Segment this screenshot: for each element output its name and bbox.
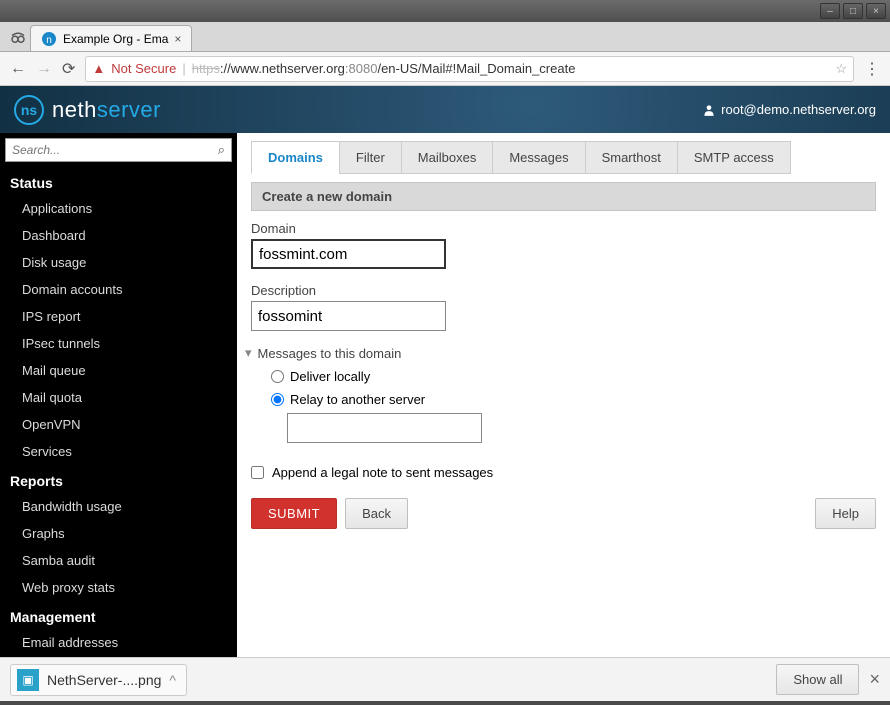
submit-button[interactable]: SUBMIT — [251, 498, 337, 529]
append-note-row[interactable]: Append a legal note to sent messages — [251, 465, 876, 480]
sidebar-heading-management: Management — [0, 601, 237, 629]
app-body: ⌕ Status Applications Dashboard Disk usa… — [0, 133, 890, 657]
sidebar-item-applications[interactable]: Applications — [0, 195, 237, 222]
sidebar-item-services[interactable]: Services — [0, 438, 237, 465]
tab-messages[interactable]: Messages — [492, 141, 585, 174]
logo-badge-icon: ns — [14, 95, 44, 125]
window-maximize-button[interactable]: □ — [843, 3, 863, 19]
tab-mailboxes[interactable]: Mailboxes — [401, 141, 494, 174]
browser-tab[interactable]: n Example Org - Ema × — [30, 25, 192, 51]
chevron-up-icon[interactable]: ^ — [169, 672, 176, 688]
help-button[interactable]: Help — [815, 498, 876, 529]
sidebar-item-web-proxy-stats[interactable]: Web proxy stats — [0, 574, 237, 601]
radio-deliver-locally[interactable]: Deliver locally — [251, 367, 876, 390]
svg-text:n: n — [46, 35, 52, 46]
sidebar-item-dashboard[interactable]: Dashboard — [0, 222, 237, 249]
close-downloads-icon[interactable]: × — [869, 669, 880, 690]
search-input[interactable] — [12, 143, 218, 157]
app-header: ns nethserver root@demo.nethserver.org — [0, 86, 890, 133]
sidebar-item-openvpn[interactable]: OpenVPN — [0, 411, 237, 438]
sidebar-item-email-addresses[interactable]: Email addresses — [0, 629, 237, 656]
sidebar-item-ips-report[interactable]: IPS report — [0, 303, 237, 330]
main-content: Domains Filter Mailboxes Messages Smarth… — [237, 133, 890, 657]
sidebar: ⌕ Status Applications Dashboard Disk usa… — [0, 133, 237, 657]
url-path: /en-US/Mail#!Mail_Domain_create — [377, 61, 575, 76]
domain-form: Domain Description ▾ Messages to this do… — [251, 211, 876, 529]
tab-filter[interactable]: Filter — [339, 141, 402, 174]
menu-icon[interactable]: ⋮ — [864, 59, 880, 79]
not-secure-label: Not Secure — [111, 61, 176, 76]
show-all-downloads-button[interactable]: Show all — [776, 664, 859, 695]
description-input[interactable] — [251, 301, 446, 331]
download-filename: NethServer-....png — [47, 672, 161, 688]
user-icon — [702, 103, 716, 117]
sidebar-item-bandwidth[interactable]: Bandwidth usage — [0, 493, 237, 520]
radio-deliver-locally-label: Deliver locally — [290, 369, 370, 384]
bookmark-icon[interactable]: ☆ — [835, 61, 847, 77]
user-menu[interactable]: root@demo.nethserver.org — [702, 102, 876, 117]
separator: | — [182, 61, 185, 76]
search-icon[interactable]: ⌕ — [218, 142, 225, 158]
warning-icon: ▲ — [92, 61, 105, 76]
domain-input[interactable] — [251, 239, 446, 269]
browser-tab-strip: n Example Org - Ema × — [0, 22, 890, 52]
relay-server-input[interactable] — [287, 413, 482, 443]
sidebar-item-graphs[interactable]: Graphs — [0, 520, 237, 547]
description-label: Description — [251, 283, 876, 298]
sidebar-item-samba-audit[interactable]: Samba audit — [0, 547, 237, 574]
download-chip[interactable]: ▣ NethServer-....png ^ — [10, 664, 187, 696]
form-actions: SUBMIT Back Help — [251, 498, 876, 529]
browser-toolbar: ← → ⟳ ▲ Not Secure | https://www.nethser… — [0, 52, 890, 86]
chevron-down-icon: ▾ — [245, 345, 252, 361]
brand-logo[interactable]: ns nethserver — [14, 95, 161, 125]
window-close-button[interactable]: × — [866, 3, 886, 19]
tab-close-icon[interactable]: × — [174, 32, 181, 46]
radio-relay[interactable]: Relay to another server — [251, 390, 876, 413]
forward-icon[interactable]: → — [36, 60, 52, 78]
domain-label: Domain — [251, 221, 876, 236]
download-thumb-icon: ▣ — [17, 669, 39, 691]
url-host: www.nethserver.org — [231, 61, 345, 76]
window-minimize-button[interactable]: – — [820, 3, 840, 19]
radio-relay-input[interactable] — [271, 393, 284, 406]
group-label: Messages to this domain — [258, 346, 402, 361]
append-note-checkbox[interactable] — [251, 466, 264, 479]
tab-smarthost[interactable]: Smarthost — [585, 141, 678, 174]
url-scheme: https — [192, 61, 220, 76]
sidebar-heading-reports: Reports — [0, 465, 237, 493]
favicon-icon: n — [41, 31, 57, 47]
incognito-icon — [6, 28, 30, 46]
sidebar-item-ipsec-tunnels[interactable]: IPsec tunnels — [0, 330, 237, 357]
window-titlebar: – □ × — [0, 0, 890, 22]
user-label: root@demo.nethserver.org — [721, 102, 876, 117]
back-button[interactable]: Back — [345, 498, 408, 529]
append-note-label: Append a legal note to sent messages — [272, 465, 493, 480]
panel-title: Create a new domain — [251, 182, 876, 211]
sidebar-search[interactable]: ⌕ — [5, 138, 232, 162]
address-bar[interactable]: ▲ Not Secure | https://www.nethserver.or… — [85, 56, 854, 82]
radio-deliver-locally-input[interactable] — [271, 370, 284, 383]
tab-smtp-access[interactable]: SMTP access — [677, 141, 791, 174]
sidebar-item-disk-usage[interactable]: Disk usage — [0, 249, 237, 276]
sidebar-heading-status: Status — [0, 167, 237, 195]
radio-relay-label: Relay to another server — [290, 392, 425, 407]
sidebar-item-domain-accounts[interactable]: Domain accounts — [0, 276, 237, 303]
brand-text: nethserver — [52, 97, 161, 123]
mail-tabs: Domains Filter Mailboxes Messages Smarth… — [251, 141, 876, 174]
sidebar-item-mail-queue[interactable]: Mail queue — [0, 357, 237, 384]
tab-title: Example Org - Ema — [63, 32, 168, 46]
reload-icon[interactable]: ⟳ — [62, 59, 75, 79]
url-port: :8080 — [345, 61, 378, 76]
sidebar-item-mail-quota[interactable]: Mail quota — [0, 384, 237, 411]
back-icon[interactable]: ← — [10, 60, 26, 78]
downloads-bar: ▣ NethServer-....png ^ Show all × — [0, 657, 890, 701]
tab-domains[interactable]: Domains — [251, 141, 340, 174]
group-messages-to-domain[interactable]: ▾ Messages to this domain — [245, 345, 876, 361]
